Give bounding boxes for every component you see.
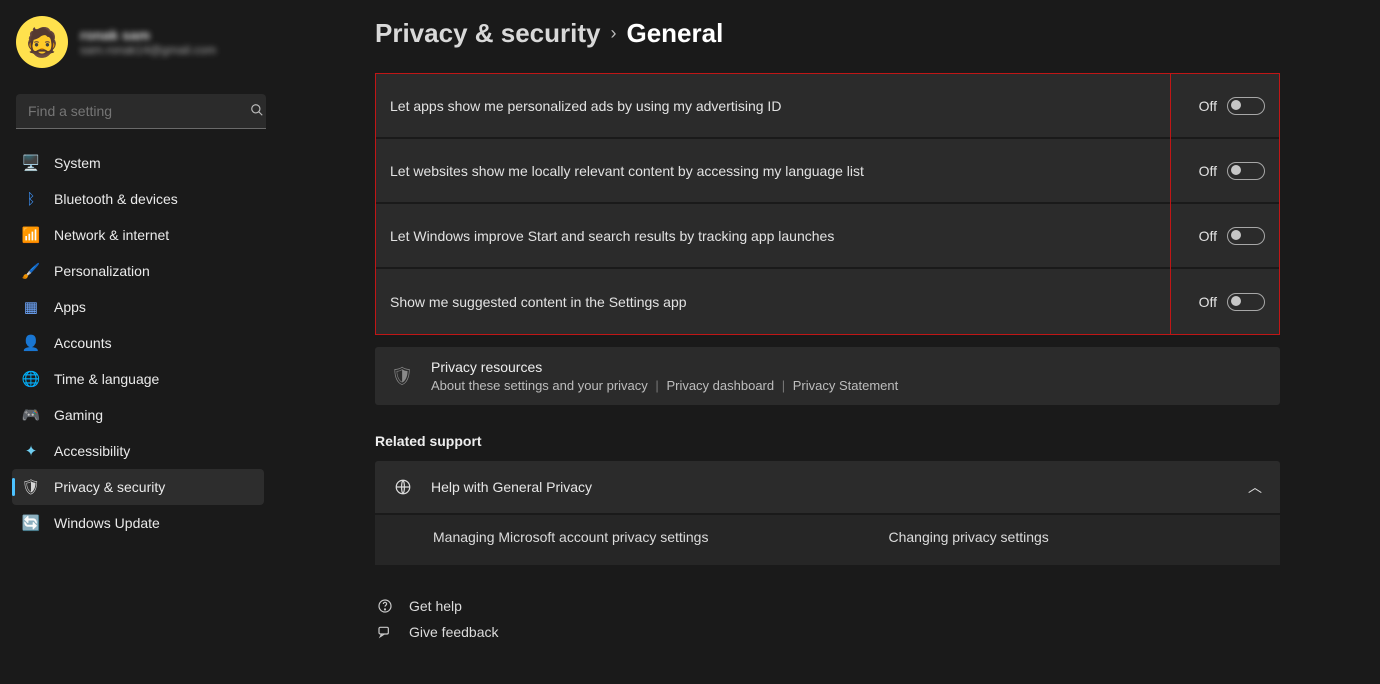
globe-help-icon (393, 478, 413, 496)
sidebar-item-label: System (54, 155, 101, 171)
toggle-state-label: Off (1199, 98, 1217, 114)
search-icon (250, 103, 264, 120)
resources-links: About these settings and your privacy | … (431, 378, 898, 393)
toggle-switch[interactable] (1227, 162, 1265, 180)
sidebar-item-label: Apps (54, 299, 86, 315)
sidebar-item-personalization[interactable]: 🖌️ Personalization (12, 253, 264, 289)
chevron-right-icon: › (610, 23, 616, 44)
sidebar-item-label: Accounts (54, 335, 112, 351)
toggle-description: Let apps show me personalized ads by usi… (390, 98, 1199, 114)
toggle-state-label: Off (1199, 294, 1217, 310)
sidebar-item-bluetooth-icon: ᛒ (22, 190, 40, 208)
sidebar-item-label: Privacy & security (54, 479, 165, 495)
toggle-switch[interactable] (1227, 97, 1265, 115)
toggle-description: Let websites show me locally relevant co… (390, 163, 1199, 179)
sidebar-item-windows-update-icon: 🔄 (22, 514, 40, 532)
sidebar-item-network[interactable]: 📶 Network & internet (12, 217, 264, 253)
sidebar-item-privacy-security-icon: 🛡 (22, 478, 40, 496)
privacy-toggle-row: Let websites show me locally relevant co… (376, 139, 1279, 204)
get-help-link[interactable]: Get help (375, 593, 1280, 619)
sidebar-item-accessibility[interactable]: ✦ Accessibility (12, 433, 264, 469)
sidebar-item-privacy-security[interactable]: 🛡 Privacy & security (12, 469, 264, 505)
toggle-switch[interactable] (1227, 227, 1265, 245)
toggle-state-label: Off (1199, 163, 1217, 179)
sidebar-item-apps[interactable]: ▦ Apps (12, 289, 264, 325)
help-icon (375, 598, 395, 614)
main-content: Privacy & security › General Let apps sh… (295, 0, 1380, 684)
sidebar-item-windows-update[interactable]: 🔄 Windows Update (12, 505, 264, 541)
avatar: 🧔 (16, 16, 68, 68)
sidebar-item-time-language-icon: 🌐 (22, 370, 40, 388)
sidebar-item-system-icon: 🖥️ (22, 154, 40, 172)
help-card: Help with General Privacy ︿ Managing Mic… (375, 461, 1280, 565)
sidebar-item-time-language[interactable]: 🌐 Time & language (12, 361, 264, 397)
sidebar-item-system[interactable]: 🖥️ System (12, 145, 264, 181)
give-feedback-link[interactable]: Give feedback (375, 619, 1280, 645)
resources-title: Privacy resources (431, 359, 898, 375)
resources-link-about[interactable]: About these settings and your privacy (431, 378, 648, 393)
help-link-manage-privacy[interactable]: Managing Microsoft account privacy setti… (433, 529, 708, 545)
profile-name: ronak sam (80, 27, 216, 43)
sidebar-item-accounts-icon: 👤 (22, 334, 40, 352)
related-support-heading: Related support (375, 433, 1280, 449)
privacy-toggle-row: Let Windows improve Start and search res… (376, 204, 1279, 269)
privacy-toggle-list: Let apps show me personalized ads by usi… (375, 73, 1280, 335)
search-field[interactable] (16, 94, 286, 129)
breadcrumb-parent[interactable]: Privacy & security (375, 18, 600, 49)
sidebar-item-label: Time & language (54, 371, 159, 387)
profile-block[interactable]: 🧔 ronak sam sam.ronak14@gmail.com (12, 12, 290, 76)
sidebar-item-label: Network & internet (54, 227, 169, 243)
sidebar-item-accessibility-icon: ✦ (22, 442, 40, 460)
privacy-toggle-row: Show me suggested content in the Setting… (376, 269, 1279, 334)
sidebar-item-apps-icon: ▦ (22, 298, 40, 316)
footer-links: Get help Give feedback (375, 593, 1280, 645)
privacy-toggle-row: Let apps show me personalized ads by usi… (376, 74, 1279, 139)
toggle-state-label: Off (1199, 228, 1217, 244)
shield-icon: 🛡 (391, 366, 413, 387)
feedback-icon (375, 624, 395, 640)
help-title: Help with General Privacy (431, 479, 1230, 495)
sidebar-item-label: Personalization (54, 263, 150, 279)
sidebar-item-network-icon: 📶 (22, 226, 40, 244)
sidebar-item-label: Windows Update (54, 515, 160, 531)
sidebar-item-gaming[interactable]: 🎮 Gaming (12, 397, 264, 433)
help-body: Managing Microsoft account privacy setti… (375, 513, 1280, 565)
sidebar-nav: 🖥️ Systemᛒ Bluetooth & devices📶 Network … (12, 145, 290, 541)
toggle-description: Let Windows improve Start and search res… (390, 228, 1199, 244)
sidebar-item-accounts[interactable]: 👤 Accounts (12, 325, 264, 361)
chevron-up-icon: ︿ (1248, 477, 1262, 497)
search-input[interactable] (16, 94, 266, 129)
toggle-description: Show me suggested content in the Setting… (390, 294, 1199, 310)
resources-link-dashboard[interactable]: Privacy dashboard (666, 378, 774, 393)
sidebar-item-personalization-icon: 🖌️ (22, 262, 40, 280)
sidebar: 🧔 ronak sam sam.ronak14@gmail.com 🖥️ Sys… (0, 0, 295, 684)
help-expander-header[interactable]: Help with General Privacy ︿ (375, 461, 1280, 513)
breadcrumb: Privacy & security › General (375, 18, 1280, 49)
breadcrumb-current: General (626, 18, 723, 49)
resources-link-statement[interactable]: Privacy Statement (793, 378, 899, 393)
privacy-resources-card: 🛡 Privacy resources About these settings… (375, 347, 1280, 405)
sidebar-item-label: Bluetooth & devices (54, 191, 178, 207)
sidebar-item-label: Gaming (54, 407, 103, 423)
sidebar-item-label: Accessibility (54, 443, 130, 459)
help-link-change-privacy[interactable]: Changing privacy settings (888, 529, 1048, 545)
sidebar-item-bluetooth[interactable]: ᛒ Bluetooth & devices (12, 181, 264, 217)
profile-email: sam.ronak14@gmail.com (80, 43, 216, 57)
sidebar-item-gaming-icon: 🎮 (22, 406, 40, 424)
toggle-switch[interactable] (1227, 293, 1265, 311)
